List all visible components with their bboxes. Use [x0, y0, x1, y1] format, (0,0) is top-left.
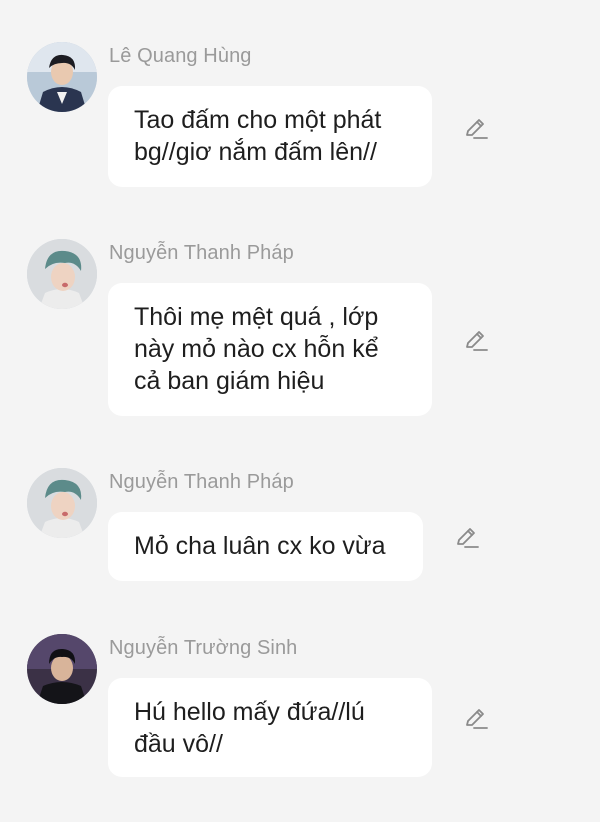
avatar[interactable]	[27, 42, 97, 112]
edit-pencil-icon[interactable]	[463, 706, 489, 732]
avatar[interactable]	[27, 634, 97, 704]
message-text-line: đầu vô//	[134, 730, 223, 758]
message-text-line: Tao đấm cho một phát	[134, 106, 382, 134]
sender-name: Nguyễn Thanh Pháp	[109, 471, 294, 493]
sender-name: Nguyễn Thanh Pháp	[109, 242, 294, 264]
sender-name: Nguyễn Trường Sinh	[109, 637, 298, 659]
message-bubble[interactable]: Tao đấm cho một phát bg//giơ nắm đấm lên…	[108, 86, 432, 187]
edit-pencil-icon[interactable]	[463, 328, 489, 354]
sender-name: Lê Quang Hùng	[109, 45, 252, 67]
message-bubble[interactable]: Hú hello mấy đứa//lú đầu vô//	[108, 678, 432, 777]
message-text-line: cả ban giám hiệu	[134, 367, 325, 395]
avatar[interactable]	[27, 239, 97, 309]
message-text-line: Mỏ cha luân cx ko vừa	[134, 532, 386, 560]
message-text-line: Thôi mẹ mệt quá , lớp	[134, 303, 379, 331]
edit-pencil-icon[interactable]	[454, 525, 480, 551]
message-bubble[interactable]: Mỏ cha luân cx ko vừa	[108, 512, 423, 581]
message-text-line: bg//giơ nắm đấm lên//	[134, 138, 377, 166]
chat-thread: Lê Quang Hùng Tao đấm cho một phát bg//g…	[0, 0, 600, 822]
message-bubble[interactable]: Thôi mẹ mệt quá , lớp này mỏ nào cx hỗn …	[108, 283, 432, 416]
avatar[interactable]	[27, 468, 97, 538]
edit-pencil-icon[interactable]	[463, 116, 489, 142]
message-text-line: này mỏ nào cx hỗn kể	[134, 335, 379, 363]
message-text-line: Hú hello mấy đứa//lú	[134, 698, 365, 726]
